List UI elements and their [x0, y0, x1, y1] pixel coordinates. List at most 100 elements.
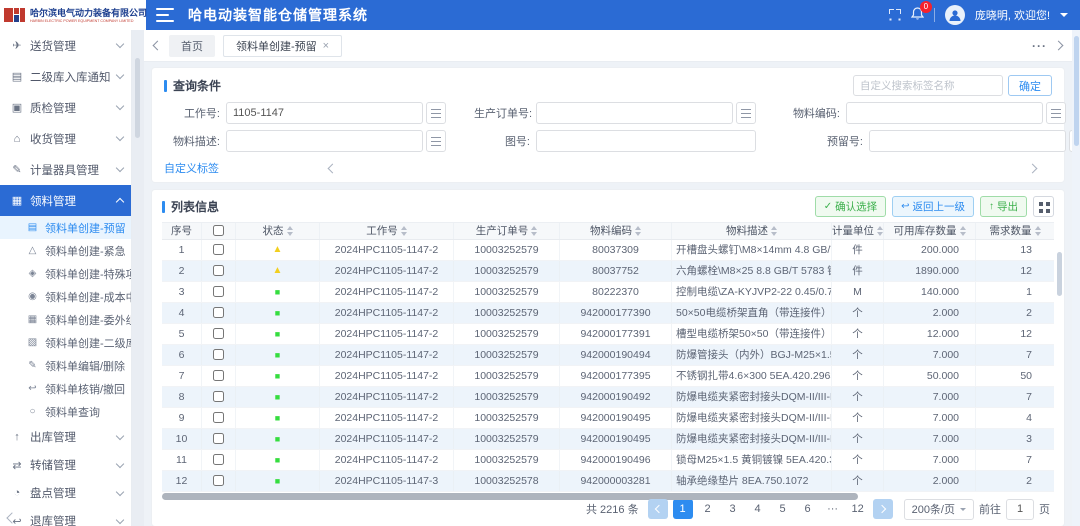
tabs-more-icon[interactable]: ··· — [1032, 39, 1047, 53]
row-checkbox[interactable] — [213, 475, 224, 486]
row-checkbox[interactable] — [213, 391, 224, 402]
confirm-button[interactable]: 确定 — [1008, 75, 1052, 96]
sidebar-subitem[interactable]: ◉ 领料单创建-成本中心 — [0, 285, 131, 308]
table-horizontal-scrollbar[interactable] — [162, 493, 1054, 495]
row-checkbox[interactable] — [213, 286, 224, 297]
select-all-checkbox[interactable] — [213, 225, 224, 236]
sidebar-item[interactable]: ✎ 计量器具管理 — [0, 154, 131, 185]
sidebar-subitem[interactable]: ▦ 领料单创建-委外组件 — [0, 308, 131, 331]
table-row[interactable]: 11 2024HPC1105-1147-2 10003252579 942000… — [162, 450, 1054, 471]
custom-tag-link[interactable]: 自定义标签 — [164, 160, 219, 176]
user-menu-caret-icon[interactable] — [1060, 13, 1068, 21]
user-greeting[interactable]: 庞晓明, 欢迎您! — [975, 7, 1050, 23]
col-unit[interactable]: 计量单位 — [832, 223, 884, 239]
export-button[interactable]: ↑ 导出 — [980, 196, 1027, 217]
table-vertical-scrollbar[interactable] — [1057, 252, 1062, 296]
collapse-sidebar-icon[interactable] — [156, 8, 174, 22]
prev-page-icon[interactable] — [648, 499, 668, 519]
tabs-scroll-right-icon[interactable] — [1054, 41, 1064, 51]
table-row[interactable]: 5 2024HPC1105-1147-2 10003252579 9420001… — [162, 324, 1054, 345]
column-settings-icon[interactable] — [1033, 196, 1054, 217]
sidebar-item[interactable]: ↩ 退库管理 — [0, 507, 131, 526]
table-row[interactable]: 6 2024HPC1105-1147-2 10003252579 9420001… — [162, 345, 1054, 366]
table-row[interactable]: 1 2024HPC1105-1147-2 10003252579 8003730… — [162, 240, 1054, 261]
sidebar-item[interactable]: ⇄ 转储管理 — [0, 451, 131, 479]
sidebar-item[interactable]: ▤ 二级库入库通知单 — [0, 61, 131, 92]
row-checkbox[interactable] — [213, 433, 224, 444]
col-order-no[interactable]: 生产订单号 — [454, 223, 560, 239]
sidebar-scrollbar[interactable] — [132, 30, 144, 526]
filter-lines-icon[interactable] — [1046, 102, 1066, 124]
row-checkbox[interactable] — [213, 370, 224, 381]
table-row[interactable]: 10 2024HPC1105-1147-2 10003252579 942000… — [162, 429, 1054, 450]
filter-lines-icon[interactable] — [426, 102, 446, 124]
page-number[interactable]: ··· — [823, 499, 843, 519]
col-demand[interactable]: 需求数量 — [976, 223, 1054, 239]
table-row[interactable]: 8 2024HPC1105-1147-2 10003252579 9420001… — [162, 387, 1054, 408]
order-no-input[interactable] — [536, 102, 733, 124]
notification-bell-icon[interactable]: 0 — [911, 7, 924, 24]
reserve-no-input[interactable] — [869, 130, 1066, 152]
sidebar-subitem[interactable]: ✎ 领料单编辑/删除 — [0, 354, 131, 377]
sidebar-subitem[interactable]: ◈ 领料单创建-特殊项目 — [0, 262, 131, 285]
table-row[interactable]: 12 2024HPC1105-1147-3 10003252578 942000… — [162, 471, 1054, 492]
custom-tag-name-input[interactable] — [853, 75, 1003, 96]
page-number[interactable]: 3 — [723, 499, 743, 519]
row-checkbox[interactable] — [213, 349, 224, 360]
row-checkbox[interactable] — [213, 307, 224, 318]
filter-lines-icon[interactable] — [426, 130, 446, 152]
col-material-code[interactable]: 物料编码 — [560, 223, 672, 239]
sidebar-item[interactable]: ↑ 出库管理 — [0, 423, 131, 451]
page-number[interactable]: 1 — [673, 499, 693, 519]
table-row[interactable]: 3 2024HPC1105-1147-2 10003252579 8022237… — [162, 282, 1054, 303]
sidebar-item[interactable]: ⌂ 收货管理 — [0, 123, 131, 154]
row-checkbox[interactable] — [213, 412, 224, 423]
tab-material-create-reserve[interactable]: 领料单创建-预留 × — [223, 35, 342, 57]
close-icon[interactable]: × — [323, 40, 329, 52]
tags-scroll-right-icon[interactable] — [1028, 163, 1038, 173]
cell-material-code: 80222370 — [560, 282, 672, 302]
page-size-select[interactable]: 200条/页 — [904, 499, 974, 520]
table-row[interactable]: 7 2024HPC1105-1147-2 10003252579 9420001… — [162, 366, 1054, 387]
sidebar-subitem[interactable]: △ 领料单创建-紧急 — [0, 239, 131, 262]
tags-scroll-left-icon[interactable] — [328, 163, 338, 173]
table-row[interactable]: 9 2024HPC1105-1147-2 10003252579 9420001… — [162, 408, 1054, 429]
work-no-input[interactable] — [226, 102, 423, 124]
page-number[interactable]: 4 — [748, 499, 768, 519]
sidebar-subitem[interactable]: ▧ 领料单创建-二级库 — [0, 331, 131, 354]
back-level-button[interactable]: ↩ 返回上一级 — [892, 196, 974, 217]
sidebar-item[interactable]: ▣ 质检管理 — [0, 92, 131, 123]
col-work-no[interactable]: 工作号 — [320, 223, 454, 239]
row-checkbox[interactable] — [213, 328, 224, 339]
col-status[interactable]: 状态 — [236, 223, 320, 239]
filter-lines-icon[interactable] — [736, 102, 756, 124]
sidebar-item[interactable]: ✈ 送货管理 — [0, 30, 131, 61]
row-checkbox[interactable] — [213, 454, 224, 465]
material-code-input[interactable] — [846, 102, 1043, 124]
page-number[interactable]: 2 — [698, 499, 718, 519]
row-checkbox[interactable] — [213, 244, 224, 255]
goto-page-input[interactable] — [1006, 499, 1034, 520]
fullscreen-icon[interactable] — [889, 9, 901, 21]
page-scrollbar[interactable] — [1072, 30, 1080, 526]
col-material-desc[interactable]: 物料描述 — [672, 223, 832, 239]
sidebar-item[interactable]: ◔ 盘点管理 — [0, 479, 131, 507]
sidebar-subitem[interactable]: ○ 领料单查询 — [0, 400, 131, 423]
user-avatar[interactable] — [945, 5, 965, 25]
page-number[interactable]: 5 — [773, 499, 793, 519]
sidebar-item-material-management[interactable]: ▦ 领料管理 — [0, 185, 131, 216]
material-desc-input[interactable] — [226, 130, 423, 152]
drawing-no-input[interactable] — [536, 130, 756, 152]
page-number[interactable]: 6 — [798, 499, 818, 519]
row-checkbox[interactable] — [213, 265, 224, 276]
col-stock[interactable]: 可用库存数量 — [884, 223, 976, 239]
page-number[interactable]: 12 — [848, 499, 868, 519]
confirm-select-button[interactable]: ✓ 确认选择 — [815, 196, 886, 217]
sidebar-subitem[interactable]: ↩ 领料单核销/撤回 — [0, 377, 131, 400]
tab-home[interactable]: 首页 — [169, 35, 215, 57]
table-row[interactable]: 2 2024HPC1105-1147-2 10003252579 8003775… — [162, 261, 1054, 282]
table-row[interactable]: 4 2024HPC1105-1147-2 10003252579 9420001… — [162, 303, 1054, 324]
tabs-scroll-left-icon[interactable] — [153, 41, 163, 51]
sidebar-subitem[interactable]: ▤ 领料单创建-预留 — [0, 216, 131, 239]
next-page-icon[interactable] — [873, 499, 893, 519]
